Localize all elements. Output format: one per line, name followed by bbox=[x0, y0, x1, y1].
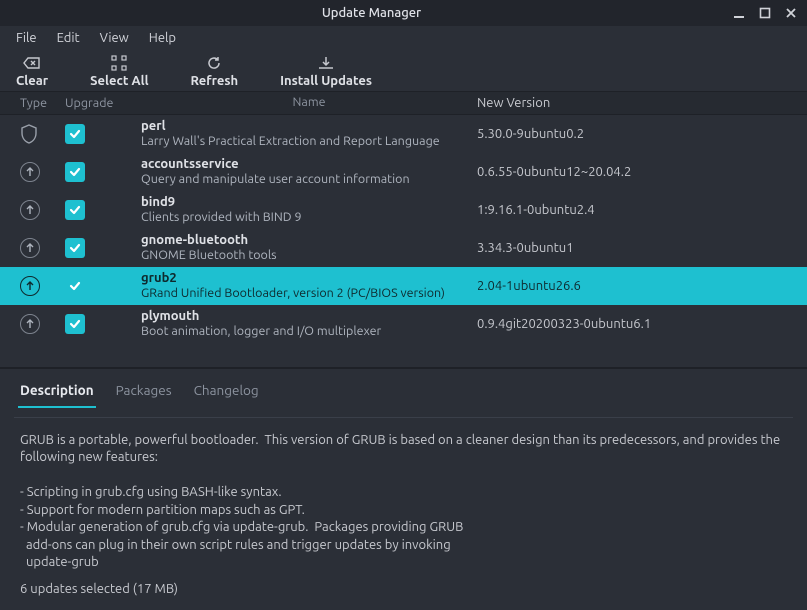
name-cell: plymouthBoot animation, logger and I/O m… bbox=[141, 308, 477, 340]
package-desc: Boot animation, logger and I/O multiplex… bbox=[141, 324, 477, 340]
upgrade-type-icon bbox=[20, 200, 40, 220]
status-bar: 6 updates selected (17 MB) bbox=[0, 572, 807, 610]
window-controls bbox=[733, 7, 797, 19]
name-cell: gnome-bluetoothGNOME Bluetooth tools bbox=[141, 232, 477, 264]
select-all-button[interactable]: Select All bbox=[90, 55, 148, 88]
type-cell bbox=[20, 162, 65, 182]
package-row[interactable]: gnome-bluetoothGNOME Bluetooth tools3.34… bbox=[0, 229, 807, 267]
package-name: plymouth bbox=[141, 308, 477, 324]
upgrade-cell bbox=[65, 200, 141, 220]
column-name-header[interactable]: Name bbox=[141, 95, 477, 111]
menu-help[interactable]: Help bbox=[141, 27, 184, 49]
install-icon bbox=[316, 55, 336, 71]
upgrade-cell bbox=[65, 124, 141, 144]
type-cell bbox=[20, 276, 65, 296]
upgrade-checkbox[interactable] bbox=[65, 162, 85, 182]
package-row[interactable]: bind9Clients provided with BIND 91:9.16.… bbox=[0, 191, 807, 229]
package-desc: Larry Wall's Practical Extraction and Re… bbox=[141, 134, 477, 150]
details-tabs: Description Packages Changelog bbox=[14, 369, 793, 418]
tab-packages[interactable]: Packages bbox=[114, 379, 174, 408]
upgrade-checkbox[interactable] bbox=[65, 238, 85, 258]
description-text: GRUB is a portable, powerful bootloader.… bbox=[14, 418, 793, 572]
upgrade-type-icon bbox=[20, 162, 40, 182]
package-desc: Clients provided with BIND 9 bbox=[141, 210, 477, 226]
menu-edit[interactable]: Edit bbox=[49, 27, 88, 49]
upgrade-checkbox[interactable] bbox=[65, 200, 85, 220]
install-updates-button[interactable]: Install Updates bbox=[280, 55, 372, 88]
toolbar: Clear Select All Refresh Install Updates bbox=[0, 51, 807, 92]
upgrade-cell bbox=[65, 162, 141, 182]
type-cell bbox=[20, 314, 65, 334]
type-cell bbox=[20, 200, 65, 220]
upgrade-cell bbox=[65, 314, 141, 334]
package-name: gnome-bluetooth bbox=[141, 232, 477, 248]
name-cell: accountsserviceQuery and manipulate user… bbox=[141, 156, 477, 188]
package-name: accountsservice bbox=[141, 156, 477, 172]
details-panel: Description Packages Changelog GRUB is a… bbox=[0, 367, 807, 572]
package-desc: GNOME Bluetooth tools bbox=[141, 248, 477, 264]
name-cell: perlLarry Wall's Practical Extraction an… bbox=[141, 118, 477, 150]
maximize-icon[interactable] bbox=[759, 7, 771, 19]
new-version-cell: 0.6.55-0ubuntu12~20.04.2 bbox=[477, 165, 807, 179]
package-desc: GRand Unified Bootloader, version 2 (PC/… bbox=[141, 286, 477, 302]
clear-button[interactable]: Clear bbox=[16, 55, 48, 88]
new-version-cell: 3.34.3-0ubuntu1 bbox=[477, 241, 807, 255]
name-cell: grub2GRand Unified Bootloader, version 2… bbox=[141, 270, 477, 302]
package-name: grub2 bbox=[141, 270, 477, 286]
package-name: bind9 bbox=[141, 194, 477, 210]
upgrade-type-icon bbox=[20, 314, 40, 334]
menubar: File Edit View Help bbox=[0, 26, 807, 50]
upgrade-checkbox[interactable] bbox=[65, 276, 85, 296]
menu-file[interactable]: File bbox=[8, 27, 45, 49]
upgrade-type-icon bbox=[20, 238, 40, 258]
new-version-cell: 1:9.16.1-0ubuntu2.4 bbox=[477, 203, 807, 217]
backspace-icon bbox=[22, 55, 42, 71]
menu-view[interactable]: View bbox=[92, 27, 137, 49]
package-row[interactable]: plymouthBoot animation, logger and I/O m… bbox=[0, 305, 807, 343]
package-name: perl bbox=[141, 118, 477, 134]
shield-icon bbox=[20, 124, 38, 144]
titlebar: Update Manager bbox=[0, 0, 807, 26]
new-version-cell: 0.9.4git20200323-0ubuntu6.1 bbox=[477, 317, 807, 331]
upgrade-type-icon bbox=[20, 276, 40, 296]
package-list: perlLarry Wall's Practical Extraction an… bbox=[0, 115, 807, 343]
column-upgrade-header[interactable]: Upgrade bbox=[65, 96, 141, 110]
upgrade-checkbox[interactable] bbox=[65, 124, 85, 144]
upgrade-cell bbox=[65, 238, 141, 258]
new-version-cell: 5.30.0-9ubuntu0.2 bbox=[477, 127, 807, 141]
upgrade-cell bbox=[65, 276, 141, 296]
window-root: Update Manager File Edit View Help Clear bbox=[0, 0, 807, 610]
window-title: Update Manager bbox=[10, 6, 733, 20]
upgrade-checkbox[interactable] bbox=[65, 314, 85, 334]
type-cell bbox=[20, 124, 65, 144]
refresh-icon bbox=[204, 55, 224, 71]
minimize-icon[interactable] bbox=[733, 7, 745, 19]
close-icon[interactable] bbox=[785, 7, 797, 19]
type-cell bbox=[20, 238, 65, 258]
select-all-label: Select All bbox=[90, 74, 148, 88]
column-type-header[interactable]: Type bbox=[20, 96, 65, 110]
refresh-label: Refresh bbox=[191, 74, 239, 88]
column-newversion-header[interactable]: New Version bbox=[477, 96, 807, 110]
tab-description[interactable]: Description bbox=[18, 379, 96, 408]
install-label: Install Updates bbox=[280, 74, 372, 88]
package-row[interactable]: perlLarry Wall's Practical Extraction an… bbox=[0, 115, 807, 153]
tab-changelog[interactable]: Changelog bbox=[192, 379, 261, 408]
package-row[interactable]: accountsserviceQuery and manipulate user… bbox=[0, 153, 807, 191]
refresh-button[interactable]: Refresh bbox=[191, 55, 239, 88]
select-all-icon bbox=[109, 55, 129, 71]
clear-label: Clear bbox=[16, 74, 48, 88]
name-cell: bind9Clients provided with BIND 9 bbox=[141, 194, 477, 226]
table-header: Type Upgrade Name New Version bbox=[0, 91, 807, 114]
new-version-cell: 2.04-1ubuntu26.6 bbox=[477, 279, 807, 293]
package-desc: Query and manipulate user account inform… bbox=[141, 172, 477, 188]
package-row[interactable]: grub2GRand Unified Bootloader, version 2… bbox=[0, 267, 807, 305]
